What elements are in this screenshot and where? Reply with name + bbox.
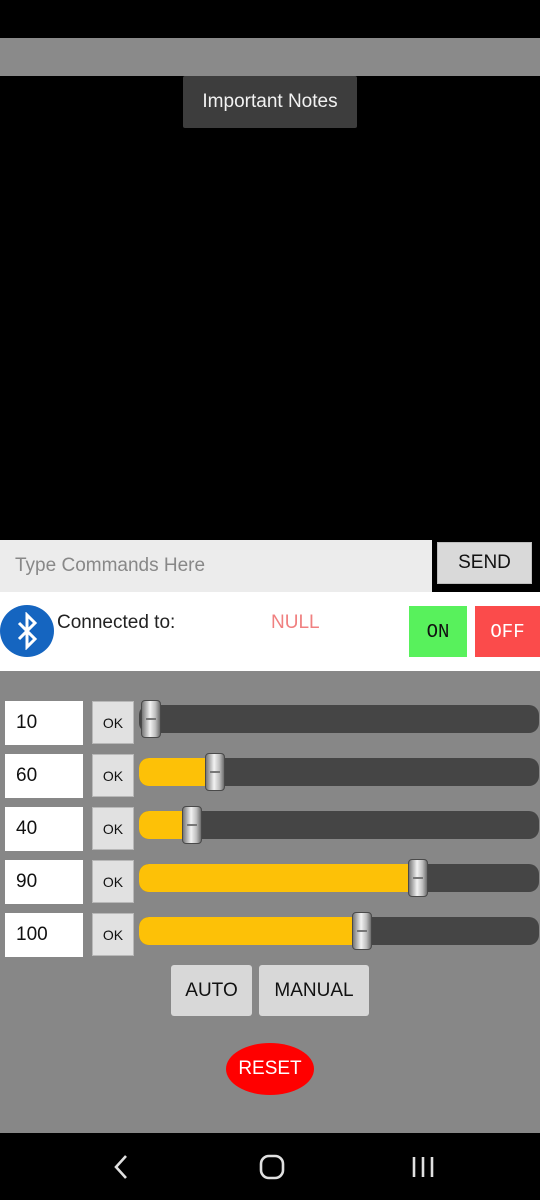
- bluetooth-icon[interactable]: [0, 605, 54, 657]
- slider-value-field[interactable]: 90: [5, 860, 83, 904]
- slider-fill: [139, 758, 215, 786]
- slider-track[interactable]: [139, 758, 539, 786]
- slider-fill: [139, 864, 418, 892]
- slider-thumb[interactable]: [182, 806, 203, 844]
- slider-value-field[interactable]: 40: [5, 807, 83, 851]
- slider-value-field[interactable]: 10: [5, 701, 83, 745]
- slider-fill: [139, 917, 362, 945]
- send-button[interactable]: SEND: [437, 542, 532, 584]
- action-bar: [0, 38, 540, 76]
- connected-to-label: Connected to:: [57, 612, 176, 633]
- home-icon[interactable]: [252, 1150, 292, 1184]
- connected-device-value: NULL: [271, 612, 320, 633]
- terminal-output: [0, 128, 540, 540]
- status-bar: [0, 0, 540, 38]
- slider-track[interactable]: [139, 705, 539, 733]
- slider-value-field[interactable]: 60: [5, 754, 83, 798]
- manual-button[interactable]: MANUAL: [259, 965, 369, 1016]
- ok-button[interactable]: OK: [92, 913, 134, 956]
- reset-button[interactable]: RESET: [226, 1043, 314, 1095]
- slider-value-field[interactable]: 100: [5, 913, 83, 957]
- important-notes-button[interactable]: Important Notes: [183, 76, 357, 128]
- ok-button[interactable]: OK: [92, 807, 134, 850]
- slider-thumb[interactable]: [204, 753, 225, 791]
- command-input[interactable]: [0, 540, 432, 592]
- off-button[interactable]: OFF: [475, 606, 540, 657]
- slider-thumb[interactable]: [407, 859, 428, 897]
- slider-track[interactable]: [139, 864, 539, 892]
- ok-button[interactable]: OK: [92, 701, 134, 744]
- slider-track[interactable]: [139, 917, 539, 945]
- slider-thumb[interactable]: [141, 700, 161, 738]
- ok-button[interactable]: OK: [92, 860, 134, 903]
- recents-icon[interactable]: [403, 1150, 443, 1184]
- auto-button[interactable]: AUTO: [171, 965, 252, 1016]
- slider-thumb[interactable]: [351, 912, 372, 950]
- back-icon[interactable]: [101, 1150, 141, 1184]
- on-button[interactable]: ON: [409, 606, 467, 657]
- ok-button[interactable]: OK: [92, 754, 134, 797]
